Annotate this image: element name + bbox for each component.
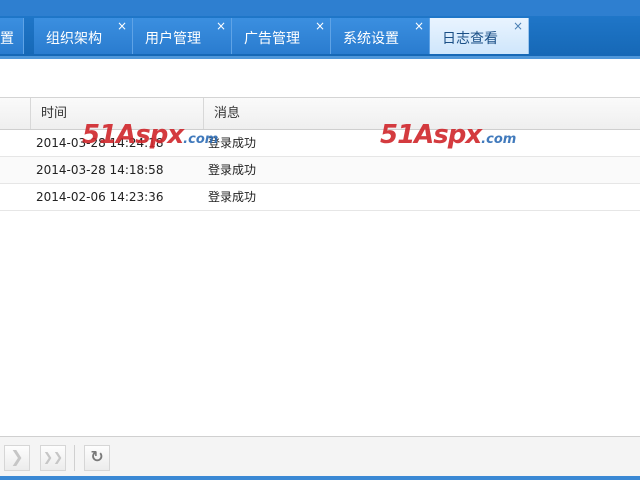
close-icon[interactable]: ×	[117, 20, 127, 32]
toolbar	[0, 59, 640, 98]
column-header-time[interactable]: 时间	[31, 98, 204, 129]
tab-label: 系统设置	[343, 31, 399, 47]
close-icon[interactable]: ×	[414, 20, 424, 32]
column-header-row-number	[0, 98, 31, 129]
grid-header: 时间 消息	[0, 98, 640, 130]
tab-organization[interactable]: 组织架构 ×	[34, 18, 133, 54]
refresh-button[interactable]: ↻	[84, 445, 110, 471]
cell-message: 登录成功	[208, 163, 257, 177]
close-icon[interactable]: ×	[513, 20, 523, 32]
close-icon[interactable]: ×	[216, 20, 226, 32]
table-row[interactable]: 2014-03-28 14:18:58 登录成功	[0, 157, 640, 184]
column-header-message[interactable]: 消息	[204, 98, 640, 129]
bottom-border-bar	[0, 476, 640, 480]
tab-label: 用户管理	[145, 31, 201, 47]
close-icon[interactable]: ×	[315, 20, 325, 32]
tab-label: 日志查看	[442, 31, 498, 47]
tab-log-view[interactable]: 日志查看 ×	[430, 18, 529, 54]
tab-label: 置	[0, 31, 14, 47]
tab-user-management[interactable]: 用户管理 ×	[133, 18, 232, 54]
tab-label: 广告管理	[244, 31, 300, 47]
table-row[interactable]: 2014-02-06 14:23:36 登录成功	[0, 184, 640, 211]
top-banner-bar	[0, 0, 640, 16]
tab-partial-settings[interactable]: 置	[0, 18, 24, 54]
cell-time: 2014-02-06 14:23:36	[36, 190, 164, 204]
table-row[interactable]: 2014-03-28 14:24:18 登录成功	[0, 130, 640, 157]
pager-separator	[74, 445, 75, 471]
chevron-right-icon: ❯	[10, 447, 24, 466]
cell-time: 2014-03-28 14:24:18	[36, 136, 164, 150]
tab-system-settings[interactable]: 系统设置 ×	[331, 18, 430, 54]
cell-time: 2014-03-28 14:18:58	[36, 163, 164, 177]
next-page-button[interactable]: ❯	[4, 445, 30, 471]
refresh-icon: ↻	[90, 447, 104, 466]
cell-message: 登录成功	[208, 136, 257, 150]
tab-ad-management[interactable]: 广告管理 ×	[232, 18, 331, 54]
double-chevron-right-icon: ❯❯	[42, 450, 64, 464]
tab-bar: 置 组织架构 × 用户管理 × 广告管理 × 系统设置 × 日志查看 ×	[0, 16, 640, 59]
cell-message: 登录成功	[208, 190, 257, 204]
pagination-bar: ❯ ❯❯ ↻	[0, 436, 640, 477]
column-header-label: 时间	[41, 106, 68, 121]
tab-label: 组织架构	[46, 31, 102, 47]
last-page-button[interactable]: ❯❯	[40, 445, 66, 471]
column-header-label: 消息	[214, 106, 241, 121]
